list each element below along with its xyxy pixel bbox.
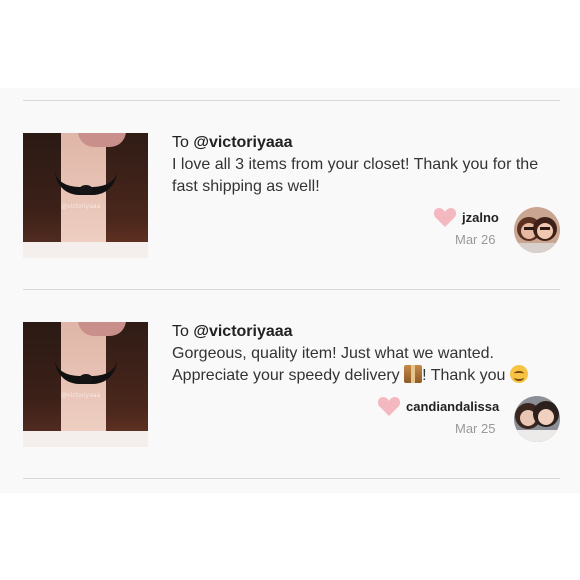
review-recipient: To @victoriyaaa xyxy=(172,323,293,340)
recipient-username[interactable]: @victoriyaaa xyxy=(193,134,292,151)
photo-watermark: @victoriyaaa xyxy=(61,203,101,210)
listing-photo[interactable]: @victoriyaaa xyxy=(23,133,148,258)
review-card-1: @victoriyaaa To @victoriyaaa I love all … xyxy=(0,101,580,291)
reviewer-username[interactable]: candiandalissa xyxy=(406,399,499,414)
review-text: I love all 3 items from your closet! Tha… xyxy=(172,156,539,195)
reviewer-avatar[interactable] xyxy=(514,396,560,442)
review-card-2: @victoriyaaa To @victoriyaaa Gorgeous, q… xyxy=(0,290,580,480)
reviewer-username[interactable]: jzalno xyxy=(462,210,499,225)
review-recipient: To @victoriyaaa xyxy=(172,134,293,151)
reviews-panel: @victoriyaaa To @victoriyaaa I love all … xyxy=(0,88,580,493)
review-date: Mar 26 xyxy=(455,232,496,247)
heart-icon xyxy=(377,397,401,416)
package-icon xyxy=(404,365,423,383)
heart-icon xyxy=(433,208,457,227)
reviewer-avatar[interactable] xyxy=(514,207,560,253)
photo-watermark: @victoriyaaa xyxy=(61,392,101,399)
review-text: Gorgeous, quality item! Just what we wan… xyxy=(172,343,564,387)
review-date: Mar 25 xyxy=(455,421,496,436)
recipient-username[interactable]: @victoriyaaa xyxy=(193,323,292,340)
divider xyxy=(23,478,560,479)
smile-icon xyxy=(509,365,528,383)
listing-photo[interactable]: @victoriyaaa xyxy=(23,322,148,447)
